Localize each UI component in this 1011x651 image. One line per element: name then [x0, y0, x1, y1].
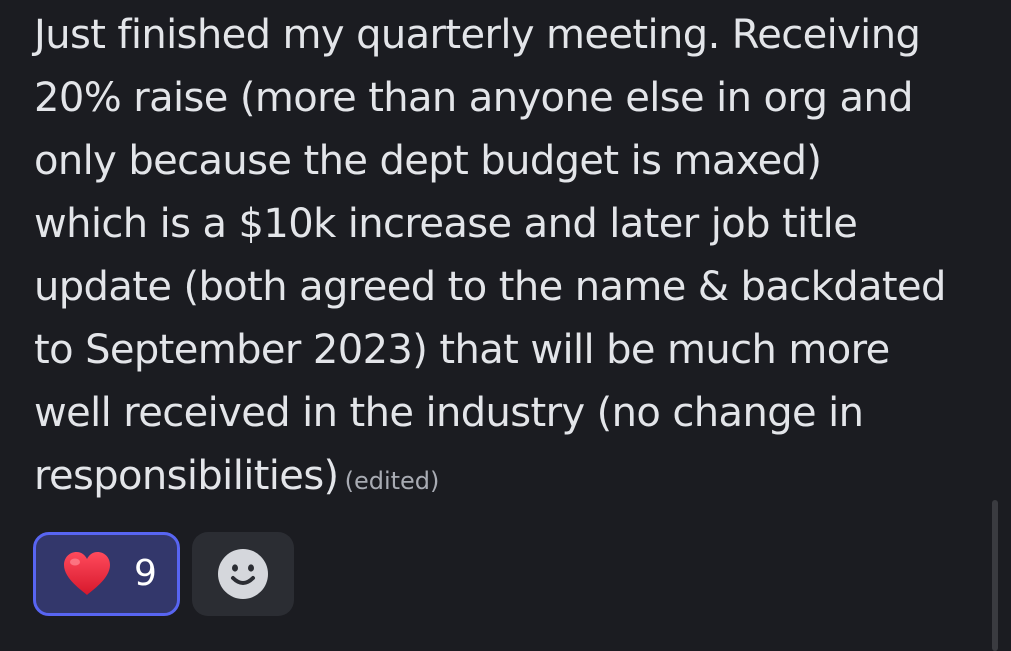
- message-line: which is a $10k increase and later job t…: [34, 201, 858, 247]
- reactions-bar: 9: [33, 532, 294, 616]
- message-line: to September 2023) that will be much mor…: [34, 327, 890, 373]
- message-line: only because the dept budget is maxed): [34, 138, 822, 184]
- heart-reaction-button[interactable]: 9: [33, 532, 180, 616]
- reaction-count: 9: [134, 553, 157, 594]
- message-line-text: responsibilities): [34, 453, 339, 499]
- smiley-face-icon: [218, 549, 268, 599]
- scrollbar[interactable]: [992, 500, 998, 651]
- heart-emoji-icon: [64, 552, 110, 595]
- message-line: Just finished my quarterly meeting. Rece…: [34, 12, 921, 58]
- message-content: Just finished my quarterly meeting. Rece…: [34, 4, 984, 513]
- edited-label: (edited): [344, 467, 440, 495]
- add-reaction-button[interactable]: [192, 532, 294, 616]
- message-line: well received in the industry (no change…: [34, 390, 864, 436]
- message-line: 20% raise (more than anyone else in org …: [34, 75, 914, 121]
- message-line: update (both agreed to the name & backda…: [34, 264, 946, 310]
- message-line-last: responsibilities) (edited): [34, 445, 984, 513]
